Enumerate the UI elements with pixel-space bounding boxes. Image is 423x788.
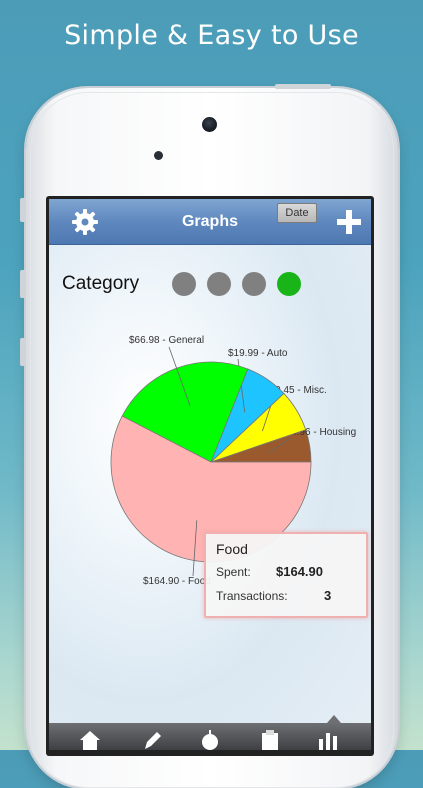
clipboard-icon[interactable] (257, 727, 283, 750)
tooltip-spent-label: Spent: (216, 565, 251, 579)
bar-chart-icon[interactable] (315, 727, 341, 750)
front-camera (202, 117, 217, 132)
apple-icon[interactable] (197, 727, 223, 750)
pencil-icon[interactable] (139, 727, 165, 750)
tooltip-transactions-value: 3 (324, 588, 332, 603)
tab-bar (49, 723, 371, 750)
tooltip-transactions-label: Transactions: (216, 589, 288, 603)
phone-side-button-volume-down (20, 338, 26, 366)
pie-label-auto: $19.99 - Auto (228, 348, 288, 359)
tooltip-spent-value: $164.90 (276, 564, 323, 579)
tooltip-title: Food (216, 541, 248, 557)
proximity-sensor (154, 151, 163, 160)
headline: Simple & Easy to Use (64, 20, 359, 51)
phone-side-button-volume-up (20, 270, 26, 298)
phone-side-button-mute (20, 198, 26, 222)
pie-chart: $14.96 - Housing$19.45 - Misc.$19.99 - A… (110, 335, 356, 587)
selected-tab-indicator (327, 715, 341, 723)
pie-label-food: $164.90 - Food (143, 576, 211, 587)
app-screen: Graphs Date Category $14.96 - Housing $19… (49, 199, 371, 750)
slice-tooltip: Food Spent: $164.90 Transactions: 3 (204, 532, 368, 618)
home-icon[interactable] (77, 727, 103, 750)
pie-label-general: $66.98 - General (129, 335, 204, 346)
phone-top-button (275, 84, 331, 89)
